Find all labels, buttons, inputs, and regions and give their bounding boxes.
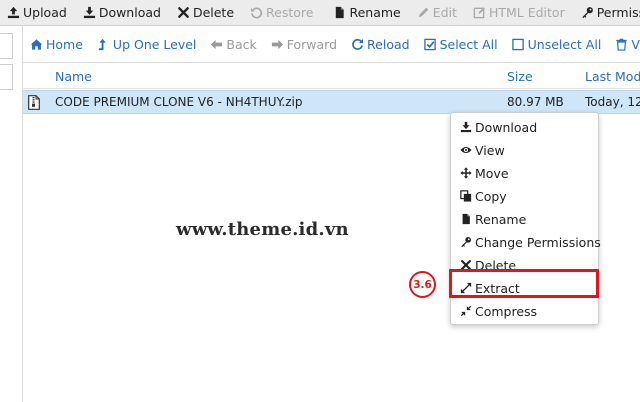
upload-icon [7, 6, 20, 19]
arrow-left-icon [210, 38, 223, 51]
up-one-level-label: Up One Level [112, 36, 197, 52]
edit-label: Edit [432, 5, 457, 20]
navigation-bar: Home Up One Level Back Forward Reload Se… [23, 26, 640, 63]
edit-square-icon [473, 6, 486, 19]
copy-icon [460, 190, 472, 202]
rename-label: Rename [349, 5, 401, 20]
context-menu-label: Download [475, 119, 538, 135]
html-editor-label: HTML Editor [488, 5, 565, 20]
back-button[interactable]: Back [203, 26, 263, 62]
context-menu-compress[interactable]: Compress [451, 300, 598, 322]
select-all-button[interactable]: Select All [417, 26, 505, 62]
folder-tree-item[interactable] [0, 33, 13, 59]
checkbox-empty-icon [511, 38, 525, 51]
context-menu-move[interactable]: Move [451, 162, 598, 184]
key-icon [460, 236, 472, 248]
forward-label: Forward [286, 36, 338, 52]
permissions-label: Permissions [596, 5, 640, 20]
file-name[interactable]: CODE PREMIUM CLONE V6 - NH4THUY.zip [55, 95, 302, 109]
compress-icon [460, 305, 472, 317]
file-last-modified: Today, 12:3 [585, 95, 640, 109]
key-icon [581, 6, 594, 19]
arrow-right-icon [271, 38, 284, 51]
reload-label: Reload [367, 36, 410, 52]
close-icon [177, 6, 190, 19]
home-icon [30, 38, 43, 51]
download-label: Download [98, 5, 161, 20]
column-header-name[interactable]: Name [55, 69, 92, 84]
context-menu-rename[interactable]: Rename [451, 208, 598, 230]
file-icon [333, 6, 346, 19]
context-menu-change-permissions[interactable]: Change Permissions [451, 231, 601, 253]
up-one-level-button[interactable]: Up One Level [90, 26, 203, 62]
file-table-header: Name Size Last Modifie [23, 63, 640, 89]
permissions-button[interactable]: Permissions [573, 0, 640, 25]
home-label: Home [46, 36, 83, 52]
context-menu-label: Copy [475, 188, 507, 204]
context-menu-label: Rename [475, 211, 527, 227]
upload-label: Upload [23, 5, 67, 20]
watermark-text: www.theme.id.vn [176, 219, 349, 240]
table-row[interactable]: CODE PREMIUM CLONE V6 - NH4THUY.zip 80.9… [23, 90, 640, 114]
context-menu-label: Move [475, 165, 509, 181]
trash-icon [615, 38, 628, 51]
view-trash-button[interactable]: View Trash [608, 26, 640, 62]
restore-label: Restore [266, 5, 314, 20]
zip-file-icon [28, 95, 40, 110]
context-menu-download[interactable]: Download [451, 116, 598, 138]
restore-button[interactable]: Restore [242, 0, 321, 25]
home-button[interactable]: Home [23, 26, 90, 62]
download-icon [83, 6, 96, 19]
context-menu-label: View [475, 142, 505, 158]
step-badge: 3.6 [409, 271, 436, 298]
context-menu-label: Compress [475, 303, 538, 319]
top-toolbar: Upload Download Delete Restore Rename Ed… [0, 0, 640, 26]
checkbox-checked-icon [423, 38, 437, 51]
context-menu-copy[interactable]: Copy [451, 185, 598, 207]
rename-button[interactable]: Rename [321, 0, 408, 25]
pencil-icon [417, 6, 430, 19]
forward-button[interactable]: Forward [264, 26, 344, 62]
unselect-all-button[interactable]: Unselect All [505, 26, 609, 62]
context-menu-view[interactable]: View [451, 139, 598, 161]
move-arrows-icon [460, 167, 472, 179]
refresh-icon [351, 38, 364, 51]
download-icon [460, 121, 472, 133]
reload-button[interactable]: Reload [344, 26, 417, 62]
eye-icon [460, 144, 472, 156]
level-up-icon [97, 38, 110, 51]
unselect-all-label: Unselect All [527, 36, 602, 52]
file-icon [460, 213, 472, 225]
column-header-last-modified[interactable]: Last Modifie [585, 69, 640, 84]
download-button[interactable]: Download [75, 0, 169, 25]
upload-button[interactable]: Upload [0, 0, 75, 25]
back-label: Back [226, 36, 257, 52]
select-all-label: Select All [439, 36, 498, 52]
view-trash-label: View Trash [631, 36, 640, 52]
file-size: 80.97 MB [507, 95, 564, 109]
context-menu-label: Change Permissions [475, 234, 601, 250]
folder-tree-item[interactable] [0, 64, 13, 90]
delete-label: Delete [192, 5, 235, 20]
edit-button[interactable]: Edit [409, 0, 465, 25]
delete-button[interactable]: Delete [169, 0, 242, 25]
restore-icon [250, 6, 263, 19]
extract-highlight-box [449, 269, 599, 298]
column-header-size[interactable]: Size [507, 69, 533, 84]
html-editor-button[interactable]: HTML Editor [465, 0, 573, 25]
